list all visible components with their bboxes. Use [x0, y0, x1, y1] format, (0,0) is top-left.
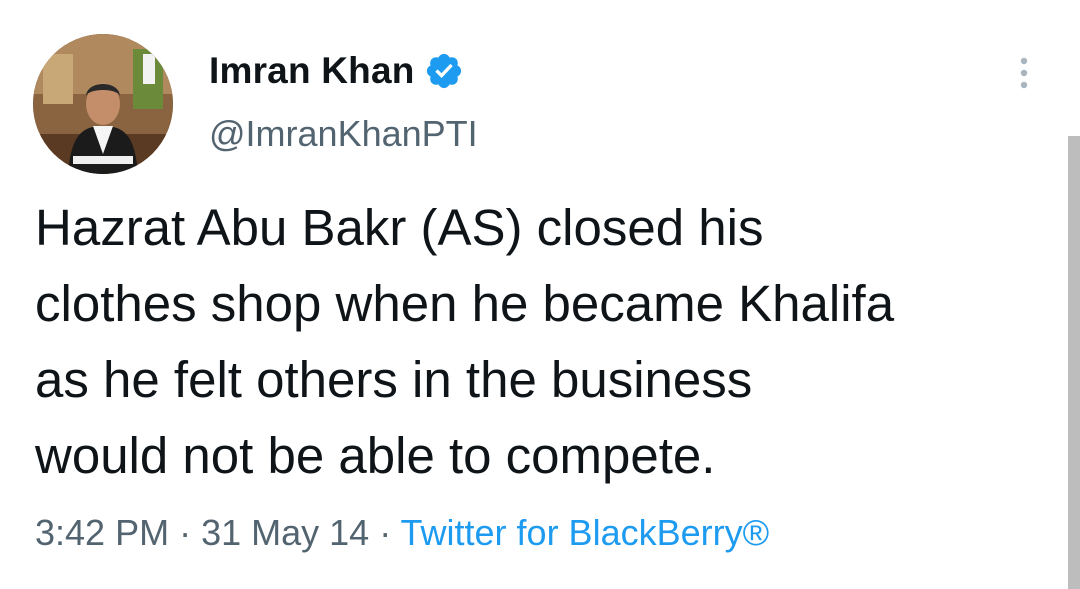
profile-photo [33, 34, 173, 174]
scrollbar[interactable] [1068, 136, 1080, 589]
author-handle[interactable]: @ImranKhanPTI [209, 113, 478, 155]
tweet-meta: 3:42 PM · 31 May 14 · Twitter for BlackB… [35, 512, 769, 554]
tweet-line: Hazrat Abu Bakr (AS) closed his [35, 199, 764, 256]
author-name-row: Imran Khan [209, 50, 464, 92]
verified-badge-icon [426, 53, 461, 89]
tweet-line: as he felt others in the business [35, 351, 753, 408]
tweet-date[interactable]: 31 May 14 [201, 512, 369, 553]
tweet-line: would not be able to compete. [35, 427, 716, 484]
author-name[interactable]: Imran Khan [209, 50, 415, 92]
tweet-text: Hazrat Abu Bakr (AS) closed his clothes … [35, 190, 1065, 494]
tweet-source-link[interactable]: Twitter for BlackBerry® [401, 512, 770, 553]
avatar[interactable] [33, 34, 173, 174]
tweet-line: clothes shop when he became Khalifa [35, 275, 895, 332]
meta-separator: · [369, 512, 401, 553]
meta-separator: · [169, 512, 202, 553]
tweet-time[interactable]: 3:42 PM [35, 512, 169, 553]
more-vertical-icon[interactable] [1012, 55, 1036, 95]
